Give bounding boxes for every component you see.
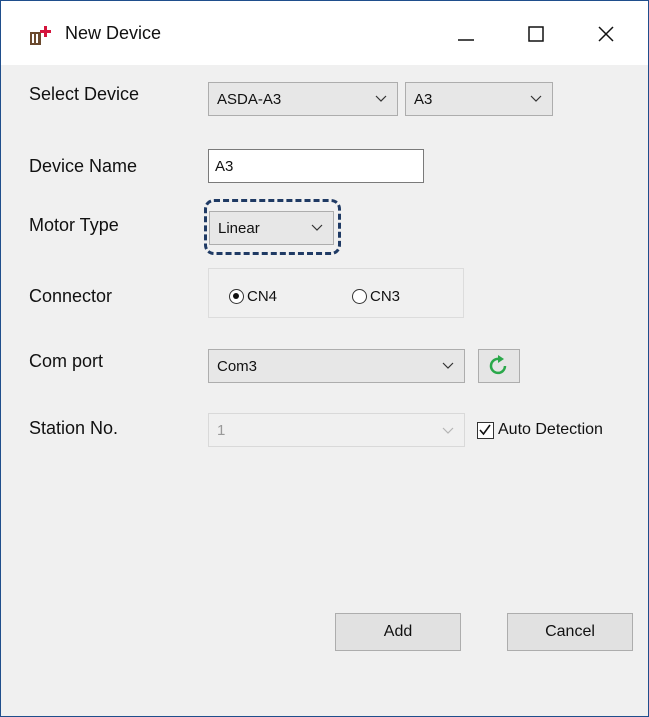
maximize-button[interactable] [511, 11, 561, 57]
close-button[interactable] [581, 11, 631, 57]
auto-detection-label: Auto Detection [498, 421, 603, 438]
radio-unselected-icon [352, 289, 367, 304]
motor-type-select[interactable]: Linear [209, 211, 334, 245]
select-device-label: Select Device [29, 84, 140, 104]
motor-type-value: Linear [218, 220, 260, 237]
com-port-value: Com3 [217, 358, 258, 375]
window-title: New Device [65, 23, 162, 43]
minimize-icon [458, 39, 474, 41]
chevron-down-icon [442, 427, 454, 434]
connector-label: Connector [29, 286, 113, 306]
connector-option-cn4[interactable]: CN4 [229, 288, 277, 305]
auto-detection-checkbox[interactable]: Auto Detection [477, 421, 603, 439]
station-no-select: 1 [208, 413, 465, 447]
chevron-down-icon [530, 95, 542, 102]
device-name-label: Device Name [29, 156, 138, 176]
title-bar: New Device [1, 1, 648, 65]
checkbox-checked-icon [477, 421, 494, 439]
cancel-button[interactable]: Cancel [507, 613, 633, 651]
station-no-label: Station No. [29, 418, 119, 438]
close-icon [598, 26, 614, 42]
connector-option-label: CN4 [247, 288, 278, 305]
refresh-icon [489, 355, 507, 375]
station-no-value: 1 [217, 422, 226, 439]
connector-option-label: CN3 [370, 288, 401, 305]
com-port-select[interactable]: Com3 [208, 349, 465, 383]
minimize-button[interactable] [441, 11, 491, 57]
device-name-input[interactable]: A3 [208, 149, 424, 183]
refresh-ports-button[interactable] [478, 349, 520, 383]
radio-selected-icon [229, 289, 244, 304]
maximize-icon [528, 26, 544, 42]
device-series-select[interactable]: ASDA-A3 [208, 82, 398, 116]
app-icon [30, 26, 51, 45]
device-name-value: A3 [215, 158, 234, 175]
chevron-down-icon [375, 95, 387, 102]
chevron-down-icon [442, 362, 454, 369]
add-button[interactable]: Add [335, 613, 461, 651]
device-model-select[interactable]: A3 [405, 82, 553, 116]
connector-option-cn3[interactable]: CN3 [352, 288, 400, 305]
new-device-dialog: New Device Select Device ASDA-A3 A3 Devi… [0, 0, 649, 717]
chevron-down-icon [311, 224, 323, 231]
device-model-value: A3 [414, 91, 433, 108]
device-series-value: ASDA-A3 [217, 91, 282, 108]
motor-type-label: Motor Type [29, 215, 119, 235]
com-port-label: Com port [29, 351, 104, 371]
